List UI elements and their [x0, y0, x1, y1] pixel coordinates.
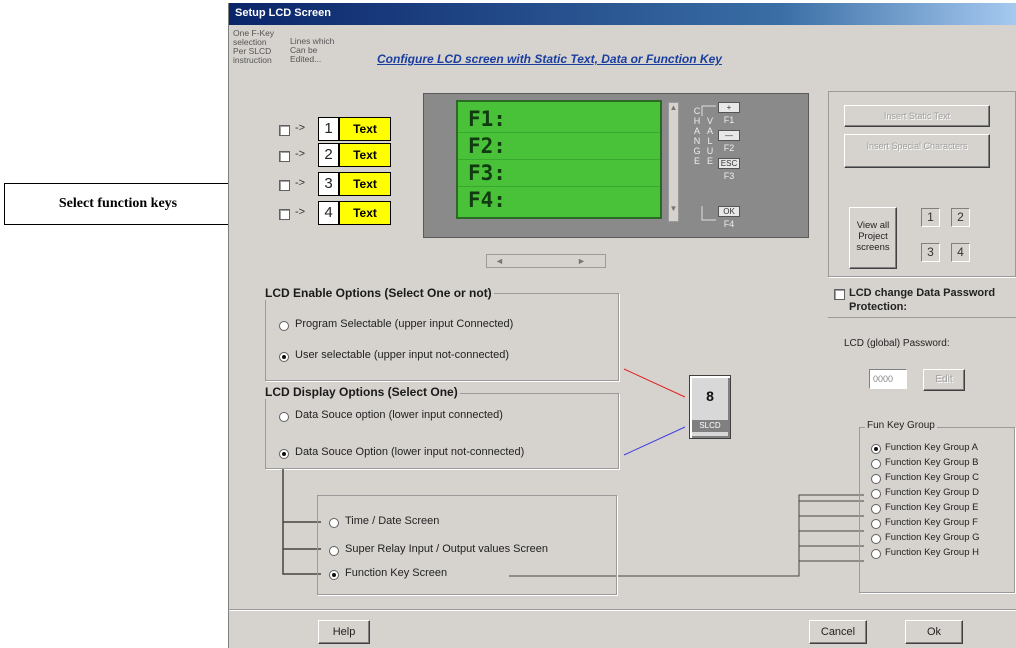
slcd-block[interactable]: 8 SLCD [689, 375, 731, 439]
function-key-screen-label: Function Key Screen [345, 567, 448, 579]
radio-super-relay-screen[interactable] [329, 546, 339, 556]
function-key-group-b-label: Function Key Group B [885, 457, 979, 468]
setup-lcd-dialog: Setup LCD Screen One F-Key selection Per S… [228, 3, 1016, 648]
radio-function-key-screen[interactable] [329, 570, 339, 580]
slcd-block-label: SLCD [692, 420, 728, 432]
function-key-group-h-label: Function Key Group H [885, 547, 979, 558]
bottom-separator [229, 609, 1016, 611]
radio-function-key-group-f[interactable] [871, 519, 881, 529]
radio-function-key-group-d[interactable] [871, 489, 881, 499]
ok-button[interactable]: Ok [905, 620, 963, 644]
radio-function-key-group-b[interactable] [871, 459, 881, 469]
function-key-group-g-label: Function Key Group G [885, 532, 980, 543]
radio-function-key-group-e[interactable] [871, 504, 881, 514]
function-key-group-a-label: Function Key Group A [885, 442, 978, 453]
radio-function-key-group-h[interactable] [871, 549, 881, 559]
function-key-group-e-label: Function Key Group E [885, 502, 979, 513]
help-button[interactable]: Help [318, 620, 370, 644]
function-key-group-c-label: Function Key Group C [885, 472, 979, 483]
radio-function-key-group-c[interactable] [871, 474, 881, 484]
radio-function-key-group-g[interactable] [871, 534, 881, 544]
fun-key-group-title: Fun Key Group [865, 420, 937, 431]
radio-time-date-screen[interactable] [329, 518, 339, 528]
radio-function-key-group-a[interactable] [871, 444, 881, 454]
slcd-block-number: 8 [706, 388, 714, 404]
function-key-group-d-label: Function Key Group D [885, 487, 979, 498]
time-date-screen-label: Time / Date Screen [345, 515, 440, 527]
function-key-group-f-label: Function Key Group F [885, 517, 978, 528]
super-relay-screen-label: Super Relay Input / Output values Screen [345, 543, 549, 555]
cancel-button[interactable]: Cancel [809, 620, 867, 644]
